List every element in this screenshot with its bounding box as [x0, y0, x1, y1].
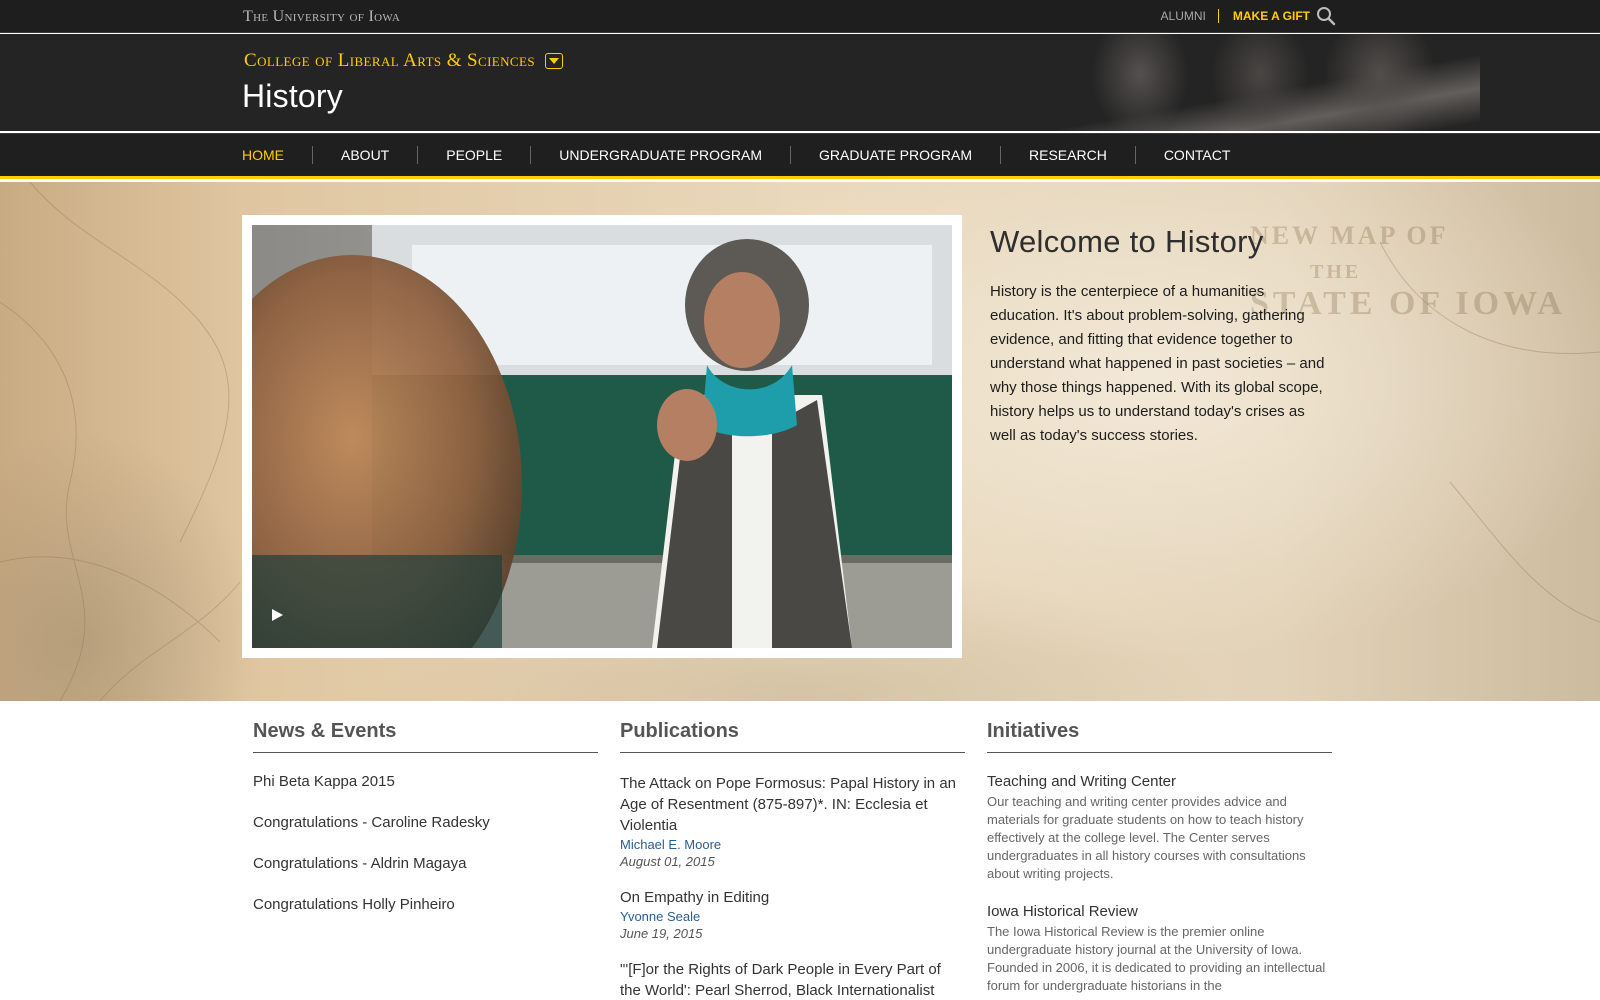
initiatives-heading[interactable]: Initiatives — [987, 720, 1332, 753]
nav-item-graduate-program[interactable]: GRADUATE PROGRAM — [790, 146, 1000, 164]
news-events-heading[interactable]: News & Events — [253, 720, 598, 753]
publication-date: June 19, 2015 — [620, 926, 703, 941]
publication-item: The Attack on Pope Formosus: Papal Histo… — [620, 773, 965, 869]
nav-item-about[interactable]: ABOUT — [312, 146, 417, 164]
publication-item: On Empathy in Editing Yvonne Seale June 19… — [620, 887, 965, 941]
news-item[interactable]: Congratulations Holly Pinheiro — [253, 896, 598, 914]
welcome-heading: Welcome to History — [990, 224, 1264, 259]
college-title: College of Liberal Arts & Sciences — [244, 50, 563, 72]
publication-title[interactable]: The Attack on Pope Formosus: Papal Histo… — [620, 773, 965, 836]
initiative-description: Our teaching and writing center provides… — [987, 794, 1306, 881]
initiative-title[interactable]: Teaching and Writing Center — [987, 773, 1332, 790]
utility-links: ALUMNI MAKE A GIFT — [1161, 9, 1310, 23]
initiatives-column: Initiatives Teaching and Writing Center O… — [987, 720, 1332, 995]
publications-heading[interactable]: Publications — [620, 720, 965, 753]
make-a-gift-link[interactable]: MAKE A GIFT — [1219, 9, 1310, 23]
news-item[interactable]: Congratulations - Caroline Radesky — [253, 814, 598, 832]
nav-item-undergraduate-program[interactable]: UNDERGRADUATE PROGRAM — [530, 146, 790, 164]
main-navigation: HOME ABOUT PEOPLE UNDERGRADUATE PROGRAM GRAD… — [0, 133, 1600, 179]
featured-photo[interactable] — [252, 225, 952, 648]
college-link[interactable]: College of Liberal Arts & Sciences — [244, 50, 535, 72]
news-item[interactable]: Phi Beta Kappa 2015 — [253, 773, 598, 791]
publication-author[interactable]: Michael E. Moore — [620, 837, 965, 852]
news-list: Phi Beta Kappa 2015 Congratulations - Car… — [253, 773, 598, 914]
publications-column: Publications The Attack on Pope Formosus… — [620, 720, 965, 1000]
publication-date: August 01, 2015 — [620, 854, 715, 869]
news-events-column: News & Events Phi Beta Kappa 2015 Congrat… — [253, 720, 598, 937]
publication-author[interactable]: Yvonne Seale — [620, 909, 965, 924]
nav-item-research[interactable]: RESEARCH — [1000, 146, 1135, 164]
university-logo[interactable]: The University of Iowa — [243, 8, 400, 26]
search-icon[interactable] — [1316, 6, 1336, 26]
initiative-item: Iowa Historical Review The Iowa Historica… — [987, 903, 1332, 995]
search-icon-glyph — [1317, 7, 1336, 26]
alumni-link[interactable]: ALUMNI — [1161, 9, 1219, 23]
initiative-title[interactable]: Iowa Historical Review — [987, 903, 1332, 920]
chevron-down-icon[interactable] — [544, 53, 563, 69]
play-icon[interactable] — [272, 609, 283, 621]
chevron-down-glyph — [548, 58, 559, 64]
site-header: College of Liberal Arts & Sciences Histo… — [0, 34, 1600, 131]
lecturer-photo — [252, 225, 952, 648]
nav-list: HOME ABOUT PEOPLE UNDERGRADUATE PROGRAM GRAD… — [242, 134, 1258, 176]
hero-section: NEW MAP OF THE STATE OF IOWA Welcome to … — [0, 182, 1600, 701]
nav-item-contact[interactable]: CONTACT — [1134, 146, 1259, 164]
publication-title[interactable]: "'[F]or the Rights of Dark People in Eve… — [620, 959, 965, 1000]
initiative-description: The Iowa Historical Review is the premie… — [987, 924, 1326, 993]
news-item[interactable]: Congratulations - Aldrin Magaya — [253, 855, 598, 873]
publication-title[interactable]: On Empathy in Editing — [620, 887, 965, 908]
initiative-item: Teaching and Writing Center Our teaching … — [987, 773, 1332, 883]
department-title[interactable]: History — [242, 78, 343, 115]
top-utility-bar: The University of Iowa ALUMNI MAKE A GIF… — [0, 0, 1600, 33]
nav-item-people[interactable]: PEOPLE — [417, 146, 530, 164]
publications-list: The Attack on Pope Formosus: Papal Histo… — [620, 773, 965, 1000]
nav-item-home[interactable]: HOME — [242, 146, 312, 164]
content-columns: News & Events Phi Beta Kappa 2015 Congrat… — [253, 720, 1333, 1000]
header-background-books — [1060, 34, 1480, 131]
welcome-text: History is the centerpiece of a humaniti… — [990, 283, 1325, 444]
welcome-block: Welcome to History History is the center… — [990, 224, 1330, 448]
featured-photo-frame — [242, 215, 962, 658]
initiatives-list: Teaching and Writing Center Our teaching … — [987, 773, 1332, 995]
publication-item: "'[F]or the Rights of Dark People in Eve… — [620, 959, 965, 1000]
